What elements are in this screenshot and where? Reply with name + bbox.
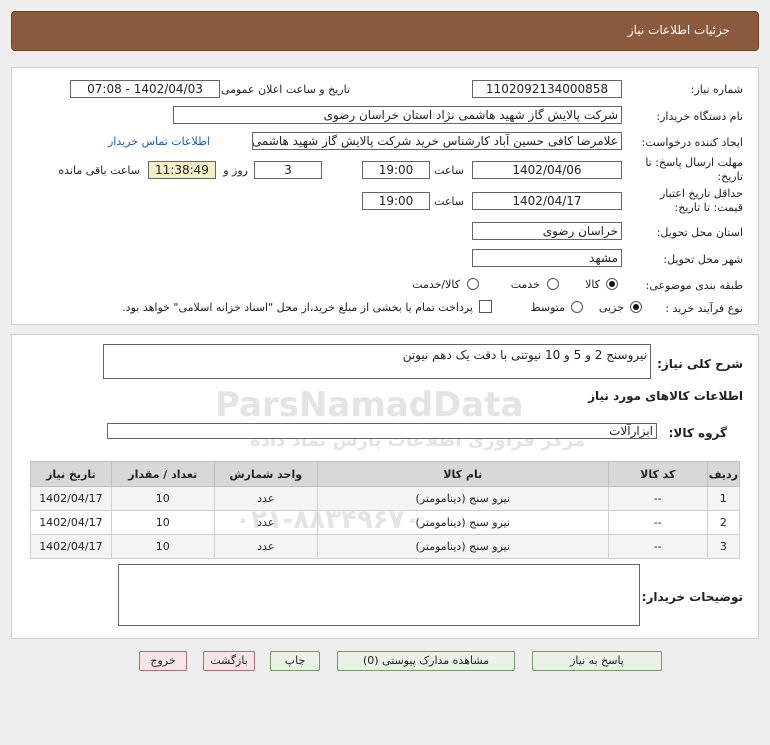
table-header-row: ردیف کد کالا نام کالا واحد شمارش تعداد /… bbox=[30, 461, 741, 487]
cell-quantity: 10 bbox=[110, 534, 215, 559]
table-row: 2 -- نیرو سنج (دینامومتر) عدد 10 1402/04… bbox=[30, 510, 741, 535]
goods-info-heading: اطلاعات کالاهای مورد نیاز bbox=[588, 389, 743, 403]
cell-row-number: 3 bbox=[706, 534, 741, 559]
process-option-medium: متوسط bbox=[530, 301, 565, 314]
col-item-code: کد کالا bbox=[607, 461, 708, 487]
remaining-time-field: 11:38:49 bbox=[148, 161, 216, 179]
cell-item-name: نیرو سنج (دینامومتر) bbox=[316, 510, 609, 535]
deadline-label: مهلت ارسال پاسخ: تا تاریخ: bbox=[645, 156, 743, 183]
cell-item-code: -- bbox=[607, 534, 708, 559]
deadline-date-field: 1402/04/06 bbox=[472, 161, 622, 179]
goods-group-label: گروه کالا: bbox=[668, 426, 727, 440]
cell-unit: عدد bbox=[213, 534, 318, 559]
deadline-time-label: ساعت bbox=[434, 164, 464, 177]
validity-time-label: ساعت bbox=[434, 195, 464, 208]
category-radio-goods-service[interactable] bbox=[467, 278, 479, 290]
province-field: خراسان رضوی bbox=[472, 222, 622, 240]
deadline-time-field: 19:00 bbox=[362, 161, 430, 179]
days-remaining-field: 3 bbox=[254, 161, 322, 179]
buyer-org-field: شرکت پالایش گاز شهید هاشمی نژاد استان خر… bbox=[173, 106, 622, 124]
creator-label: ایجاد کننده درخواست: bbox=[641, 136, 743, 149]
goods-group-field: ابزارآلات bbox=[107, 423, 657, 439]
announce-field: 1402/04/03 - 07:08 bbox=[70, 80, 220, 98]
col-quantity: تعداد / مقدار bbox=[110, 461, 215, 487]
exit-button[interactable]: خروج bbox=[139, 651, 187, 671]
table-row: 3 -- نیرو سنج (دینامومتر) عدد 10 1402/04… bbox=[30, 534, 741, 559]
summary-field: نیروسنج 2 و 5 و 10 نیوتنی با دقت یک دهم … bbox=[103, 344, 651, 379]
print-button[interactable]: چاپ bbox=[270, 651, 320, 671]
col-row-number: ردیف bbox=[706, 461, 741, 487]
page-title: جزئیات اطلاعات نیاز bbox=[627, 23, 730, 37]
back-button[interactable]: بازگشت bbox=[203, 651, 255, 671]
cell-unit: عدد bbox=[213, 486, 318, 511]
category-option-goods-service: کالا/خدمت bbox=[412, 278, 460, 291]
validity-time-field: 19:00 bbox=[362, 192, 430, 210]
cell-item-name: نیرو سنج (دینامومتر) bbox=[316, 534, 609, 559]
cell-quantity: 10 bbox=[110, 510, 215, 535]
validity-date-field: 1402/04/17 bbox=[472, 192, 622, 210]
cell-item-code: -- bbox=[607, 486, 708, 511]
page-header: جزئیات اطلاعات نیاز bbox=[11, 11, 759, 51]
category-radio-goods[interactable] bbox=[606, 278, 618, 290]
city-label: شهر محل تحویل: bbox=[663, 253, 743, 266]
buyer-notes-label: توضیحات خریدار: bbox=[641, 590, 743, 604]
payment-note: پرداخت تمام یا بخشی از مبلغ خرید،از محل … bbox=[122, 301, 473, 314]
col-item-name: نام کالا bbox=[316, 461, 609, 487]
view-attachments-button[interactable]: مشاهده مدارک پیوستی (0) bbox=[337, 651, 515, 671]
category-label: طبقه بندی موضوعی: bbox=[645, 279, 743, 292]
category-radio-service[interactable] bbox=[547, 278, 559, 290]
announce-label: تاریخ و ساعت اعلان عمومی: bbox=[217, 83, 350, 96]
col-need-date: تاریخ نیاز bbox=[30, 461, 112, 487]
cell-row-number: 1 bbox=[706, 486, 741, 511]
cell-item-name: نیرو سنج (دینامومتر) bbox=[316, 486, 609, 511]
cell-need-date: 1402/04/17 bbox=[30, 510, 112, 535]
category-option-service: خدمت bbox=[510, 278, 540, 291]
cell-need-date: 1402/04/17 bbox=[30, 486, 112, 511]
buyer-notes-field bbox=[118, 564, 640, 626]
cell-item-code: -- bbox=[607, 510, 708, 535]
creator-field: علامرضا کافی حسین آباد کارشناس خرید شرکت… bbox=[252, 132, 622, 150]
remaining-time-label: ساعت باقی مانده bbox=[58, 164, 140, 177]
cell-row-number: 2 bbox=[706, 510, 741, 535]
goods-table: ردیف کد کالا نام کالا واحد شمارش تعداد /… bbox=[30, 461, 741, 559]
cell-quantity: 10 bbox=[110, 486, 215, 511]
need-number-label: شماره نیاز: bbox=[690, 83, 743, 96]
process-label: نوع فرآیند خرید : bbox=[665, 302, 743, 315]
summary-label: شرح کلی نیاز: bbox=[657, 357, 743, 371]
process-radio-medium[interactable] bbox=[571, 301, 583, 313]
table-row: 1 -- نیرو سنج (دینامومتر) عدد 10 1402/04… bbox=[30, 486, 741, 511]
province-label: استان محل تحویل: bbox=[656, 226, 743, 239]
process-radio-minor[interactable] bbox=[630, 301, 642, 313]
reply-button[interactable]: پاسخ به نیاز bbox=[532, 651, 662, 671]
col-unit: واحد شمارش bbox=[213, 461, 318, 487]
validity-label: حداقل تاریخ اعتبار قیمت: تا تاریخ: bbox=[659, 187, 743, 214]
days-label: روز و bbox=[223, 164, 248, 177]
need-number-field: 1102092134000858 bbox=[472, 80, 622, 98]
treasury-payment-checkbox[interactable] bbox=[479, 300, 492, 313]
cell-need-date: 1402/04/17 bbox=[30, 534, 112, 559]
buyer-contact-link[interactable]: اطلاعات تماس خریدار bbox=[108, 135, 210, 148]
buyer-org-label: نام دستگاه خریدار: bbox=[656, 110, 743, 123]
city-field: مشهد bbox=[472, 249, 622, 267]
category-option-goods: کالا bbox=[585, 278, 600, 291]
process-option-minor: جزیی bbox=[598, 301, 624, 314]
cell-unit: عدد bbox=[213, 510, 318, 535]
